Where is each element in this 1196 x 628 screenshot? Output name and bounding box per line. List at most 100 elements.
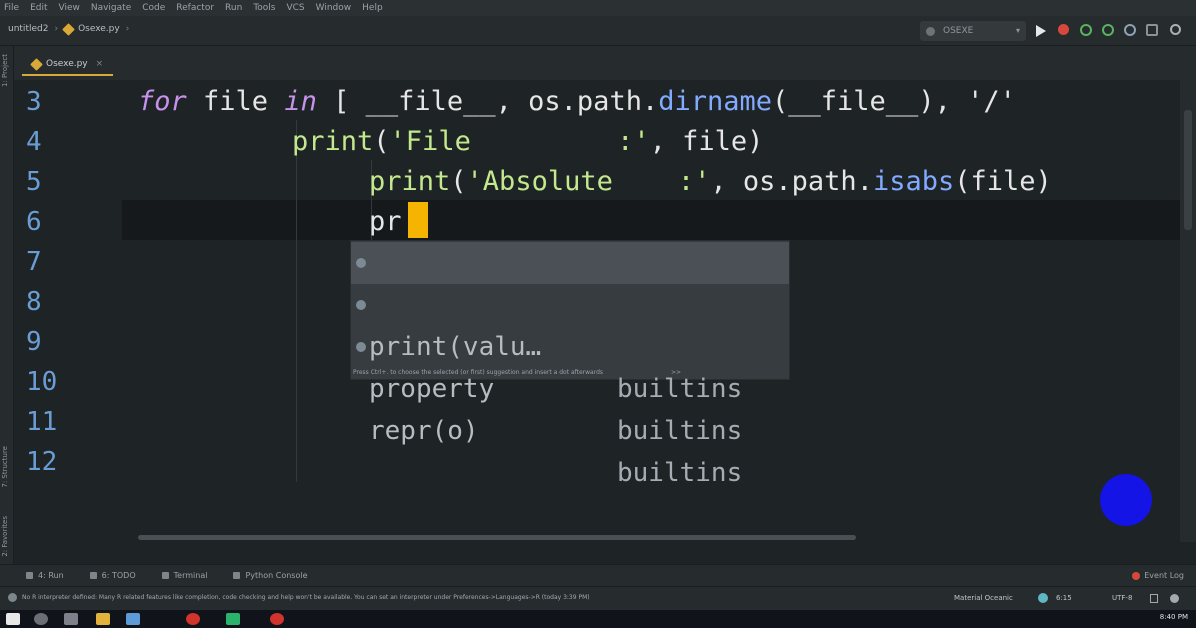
menu-code[interactable]: Code (142, 3, 165, 13)
line-number: 10 (26, 367, 58, 397)
status-bar: No R interpreter defined: Many R related… (0, 586, 1196, 610)
completion-hint: Press Ctrl+. to choose the selected (or … (353, 369, 604, 376)
tab-label: Osexe.py (46, 59, 88, 69)
tool-window-run[interactable]: 4: Run (26, 571, 64, 580)
completion-type: builtins (617, 416, 743, 446)
code-text: , os.path. (710, 166, 873, 197)
code-line-5: print('Absolute :', os.path.isabs(file) (369, 162, 1052, 202)
menu-file[interactable]: File (4, 3, 19, 13)
current-line-highlight (14, 200, 1180, 240)
completion-hint-link[interactable]: >> (671, 369, 681, 376)
tool-window-terminal[interactable]: Terminal (161, 571, 207, 580)
menu-help[interactable]: Help (362, 3, 383, 13)
pycharm-icon[interactable] (226, 613, 240, 625)
menu-bar: File Edit View Navigate Code Refactor Ru… (0, 0, 1196, 16)
navigation-bar: untitled2 › Osexe.py › OSEXE ▾ (0, 16, 1196, 46)
run-config-icon (926, 26, 935, 36)
completion-item-repr[interactable]: repr(o) builtins (351, 326, 789, 488)
structure-tool-button[interactable]: 7: Structure (1, 446, 9, 488)
line-number: 6 (26, 207, 42, 237)
editor-tab-bar: Osexe.py × (14, 46, 1196, 80)
completion-type: builtins (617, 458, 743, 488)
status-message[interactable]: No R interpreter defined: Many R related… (22, 594, 590, 601)
tab-osexe-py[interactable]: Osexe.py × (22, 54, 114, 76)
line-number-gutter: 3 4 5 6 7 8 9 10 11 12 (14, 80, 122, 542)
function-icon (356, 258, 366, 268)
chevron-right-icon: › (125, 24, 130, 34)
search-icon[interactable] (34, 613, 48, 625)
function-name: print (369, 166, 451, 197)
todo-icon (89, 572, 97, 579)
app-icon[interactable] (270, 613, 284, 625)
menu-refactor[interactable]: Refactor (176, 3, 214, 13)
horizontal-scrollbar[interactable] (138, 535, 856, 540)
tool-windows-bar: 4: Run 6: TODO Terminal Python Console E… (0, 564, 1196, 586)
coverage-icon[interactable] (1102, 24, 1114, 36)
indent-guide (296, 120, 297, 482)
os-taskbar: 8:40 PM (0, 610, 1196, 628)
project-tool-button[interactable]: 1: Project (1, 54, 9, 87)
run-icon[interactable] (1036, 25, 1046, 37)
vertical-scrollbar[interactable] (1184, 110, 1192, 230)
tool-window-python-console[interactable]: Python Console (233, 571, 307, 580)
debug-icon[interactable] (1080, 24, 1092, 36)
tool-window-todo[interactable]: 6: TODO (89, 571, 136, 580)
line-number: 11 (26, 407, 58, 437)
function-name: dirname (658, 86, 773, 117)
close-icon[interactable]: × (96, 59, 104, 69)
breadcrumb-file[interactable]: Osexe.py (78, 24, 120, 34)
python-file-icon (30, 57, 43, 71)
inspector-icon[interactable] (1170, 594, 1179, 603)
profile-icon[interactable] (1124, 24, 1136, 36)
menu-vcs[interactable]: VCS (286, 3, 304, 13)
warning-icon[interactable] (8, 593, 17, 602)
event-log-icon (1132, 571, 1141, 580)
menu-run[interactable]: Run (225, 3, 242, 13)
completion-item-print[interactable]: print(valu… builtins (351, 242, 789, 404)
line-number: 3 (26, 87, 42, 117)
menu-navigate[interactable]: Navigate (91, 3, 131, 13)
caret-position[interactable]: 6:15 (1056, 594, 1072, 602)
line-number: 7 (26, 247, 42, 277)
chevron-right-icon: › (54, 24, 59, 34)
file-encoding[interactable]: UTF-8 (1112, 594, 1132, 602)
folder-icon[interactable] (96, 613, 110, 625)
typed-text: pr (369, 206, 402, 237)
menu-tools[interactable]: Tools (253, 3, 275, 13)
search-icon[interactable] (1170, 24, 1181, 35)
code-text: ( (450, 166, 467, 197)
stop-icon[interactable] (1058, 24, 1069, 35)
completion-name: repr(o) (369, 416, 479, 446)
code-text: (file) (954, 166, 1052, 197)
terminal-icon (161, 572, 169, 579)
lock-icon[interactable] (1150, 594, 1158, 603)
run-config-selector[interactable]: OSEXE ▾ (920, 21, 1026, 41)
function-name: print (292, 126, 374, 157)
opera-browser-icon[interactable] (186, 613, 200, 625)
left-tool-strip: 1: Project 7: Structure 2: Favorites (0, 46, 14, 564)
store-icon[interactable] (126, 613, 140, 625)
event-log-button[interactable]: Event Log (1132, 571, 1184, 580)
taskbar-clock[interactable]: 8:40 PM (1160, 613, 1188, 621)
chevron-down-icon: ▾ (1015, 26, 1020, 35)
completion-item-property[interactable]: property builtins (351, 284, 789, 446)
breadcrumb-project[interactable]: untitled2 (8, 24, 48, 34)
task-view-icon[interactable] (64, 613, 78, 625)
function-icon (356, 342, 366, 352)
theme-indicator[interactable]: Material Oceanic (954, 594, 1013, 602)
windows-start-icon[interactable] (6, 613, 20, 625)
code-line-6: pr (369, 202, 402, 242)
line-number: 5 (26, 167, 42, 197)
settings-icon[interactable] (1146, 24, 1158, 36)
code-line-4: print('File :', file) (292, 122, 763, 162)
event-log-label: Event Log (1144, 571, 1184, 580)
run-icon (26, 572, 33, 579)
code-text: ( (373, 126, 390, 157)
class-icon (356, 300, 366, 310)
favorites-tool-button[interactable]: 2: Favorites (1, 516, 9, 557)
menu-view[interactable]: View (59, 3, 80, 13)
menu-edit[interactable]: Edit (30, 3, 47, 13)
menu-window[interactable]: Window (316, 3, 352, 13)
code-text: [ __file__, os.path. (316, 86, 659, 117)
code-text: , file) (649, 126, 764, 157)
